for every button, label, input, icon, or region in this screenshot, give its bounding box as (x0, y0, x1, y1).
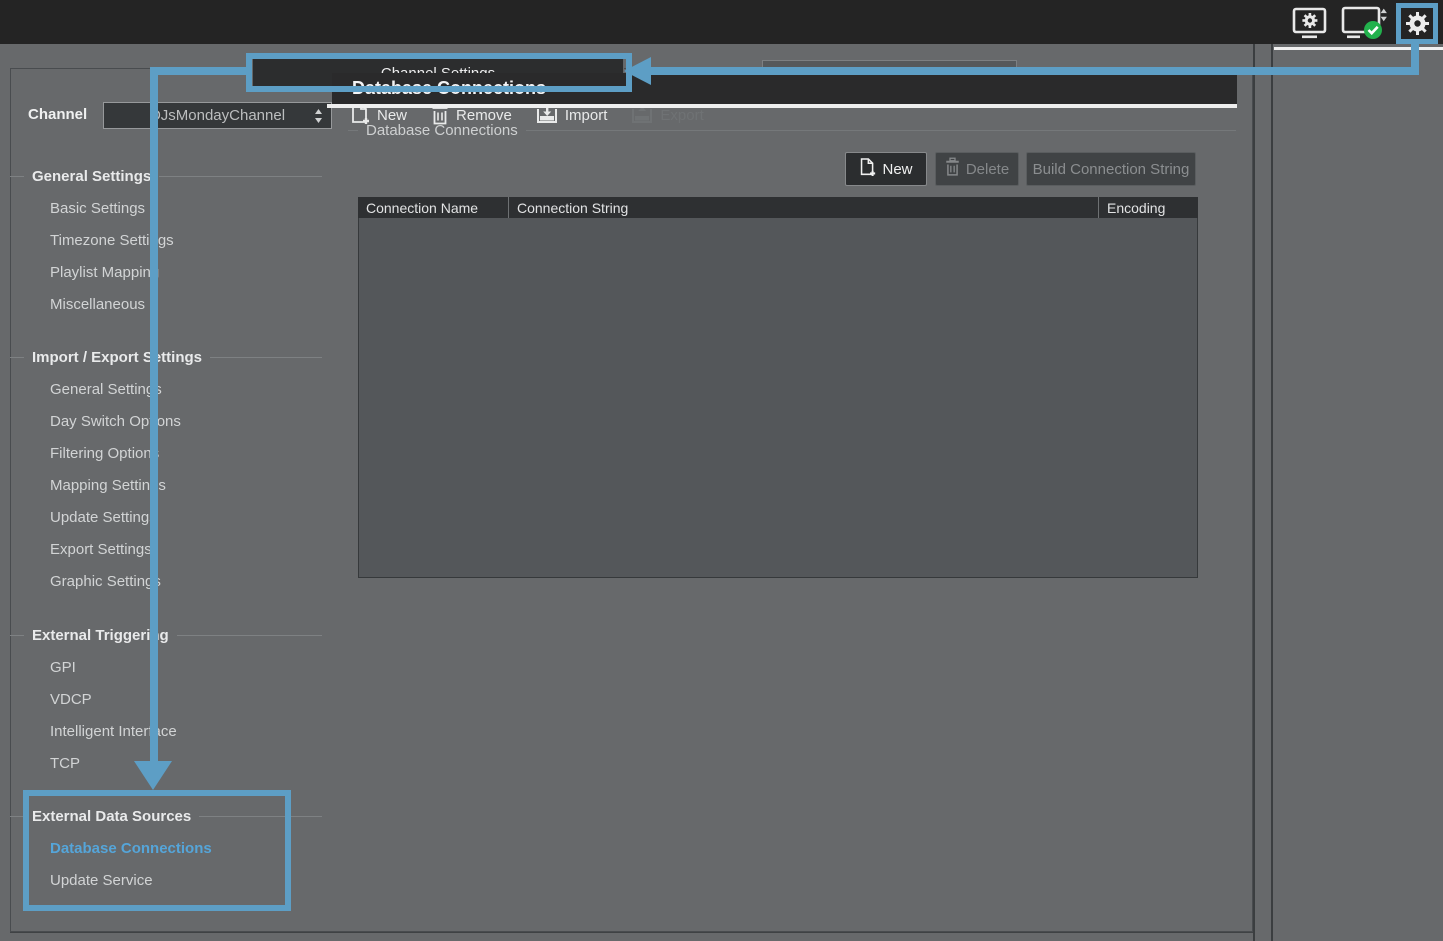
group-box-title: Database Connections (366, 122, 518, 139)
annotation-external-data-sources-highlight-box (23, 790, 291, 911)
delete-connection-button: Delete (935, 152, 1019, 186)
build-connection-string-label: Build Connection String (1033, 161, 1190, 178)
channel-select[interactable]: DJsMondayChannel (103, 102, 332, 129)
delete-connection-label: Delete (966, 161, 1009, 178)
sidebar-item-tcp[interactable]: TCP (50, 753, 80, 773)
annotation-arrowhead-down (134, 761, 172, 790)
sidebar-item-export-settings[interactable]: Export Settings (50, 539, 152, 559)
sidebar-item-day-switch-options[interactable]: Day Switch Options (50, 411, 181, 431)
section-external-triggering: External Triggering (10, 625, 322, 645)
connections-table-body[interactable] (358, 218, 1198, 578)
column-encoding[interactable]: Encoding (1098, 197, 1198, 218)
annotation-channel-tab-highlight-box (246, 53, 632, 92)
monitor-settings-icon[interactable] (1291, 7, 1329, 44)
sidebar-item-mapping-settings[interactable]: Mapping Settings (50, 475, 166, 495)
sidebar-item-gpi[interactable]: GPI (50, 657, 76, 677)
page-title-underline (327, 104, 1237, 108)
sidebar-item-playlist-mapping[interactable]: Playlist Mapping (50, 262, 159, 282)
new-document-icon (859, 157, 876, 182)
spinner-arrows-icon[interactable] (314, 108, 323, 128)
section-import-export-settings: Import / Export Settings (10, 347, 322, 367)
new-connection-label: New (882, 161, 912, 178)
annotation-gear-highlight-box (1396, 3, 1438, 44)
channel-select-value: DJsMondayChannel (150, 107, 285, 124)
sidebar-item-miscellaneous[interactable]: Miscellaneous (50, 294, 145, 314)
sidebar-item-basic-settings[interactable]: Basic Settings (50, 198, 145, 218)
connections-table-header: Connection Name Connection String Encodi… (358, 197, 1198, 218)
sidebar-item-update-settings[interactable]: Update Settings (50, 507, 157, 527)
new-connection-button[interactable]: New (845, 152, 927, 186)
trash-icon (945, 157, 960, 181)
sidebar-item-vdcp[interactable]: VDCP (50, 689, 92, 709)
sidebar-item-graphic-settings[interactable]: Graphic Settings (50, 571, 161, 591)
window-divider (1271, 44, 1273, 941)
annotation-line (152, 67, 246, 75)
column-connection-string[interactable]: Connection String (508, 197, 1098, 218)
sidebar-item-filtering-options[interactable]: Filtering Options (50, 443, 159, 463)
title-bar (0, 0, 1443, 44)
panel-divider (1253, 44, 1255, 941)
channel-label: Channel (28, 106, 87, 123)
annotation-line (150, 67, 158, 763)
build-connection-string-button: Build Connection String (1026, 152, 1196, 186)
connections-table: Connection Name Connection String Encodi… (358, 197, 1198, 578)
sidebar-item-general-settings[interactable]: General Settings (50, 379, 162, 399)
section-general-settings: General Settings (10, 166, 322, 186)
column-connection-name[interactable]: Connection Name (358, 197, 508, 218)
group-box-database-connections: Database Connections (348, 120, 1236, 140)
annotation-line (650, 67, 1419, 75)
monitor-status-ok-icon[interactable] (1341, 5, 1391, 46)
